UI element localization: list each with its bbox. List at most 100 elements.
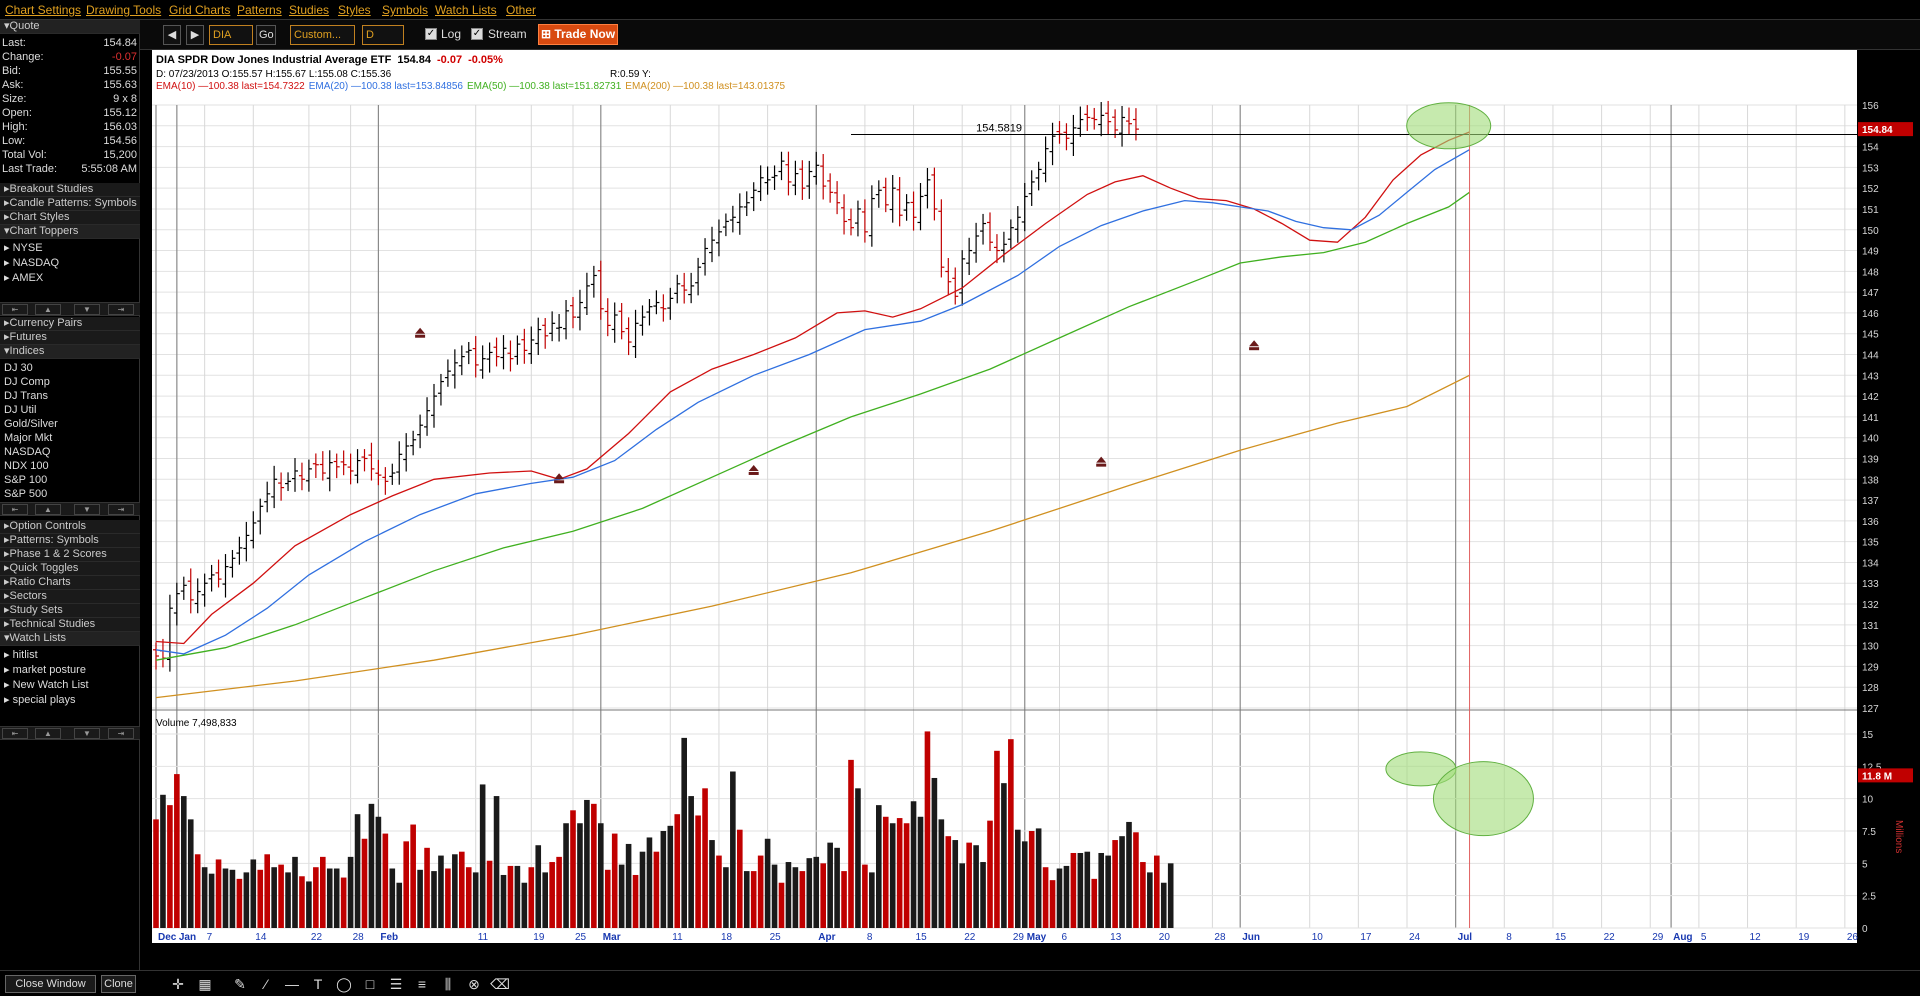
last-button[interactable]: ⇥ [108, 304, 134, 315]
time-tick-label: 29 [1652, 932, 1664, 943]
menu-studies[interactable]: Studies [289, 3, 329, 17]
ellipse-icon[interactable]: ◯ [334, 974, 354, 994]
volume-bar [333, 868, 340, 928]
topper-nasdaq[interactable]: ▸ NASDAQ [4, 256, 59, 270]
period-select[interactable]: D [362, 25, 404, 45]
index-item[interactable]: NASDAQ [4, 445, 50, 459]
time-tick-label: 28 [353, 932, 365, 943]
chart-area[interactable]: 127 128 129 130 131 132 133 134 135 136 137 138 139 1… [152, 50, 1920, 970]
last-button[interactable]: ⇥ [108, 728, 134, 739]
sidebar-section[interactable]: ▸Patterns: Symbols [0, 534, 140, 548]
volume-tick-label: 5 [1862, 859, 1868, 870]
first-button[interactable]: ⇤ [2, 728, 28, 739]
index-item[interactable]: Major Mkt [4, 431, 52, 445]
quote-key: Change: [2, 51, 44, 63]
rectangle-icon[interactable]: □ [360, 974, 380, 994]
channel-icon[interactable]: ⫼ [438, 974, 458, 994]
last-button[interactable]: ⇥ [108, 504, 134, 515]
watch-list-item[interactable]: ▸ special plays [4, 693, 76, 707]
sidebar-section[interactable]: ▸Option Controls [0, 520, 140, 534]
index-item[interactable]: Gold/Silver [4, 417, 58, 431]
index-item[interactable]: DJ Util [4, 403, 36, 417]
sidebar-section[interactable]: ▸Quick Toggles [0, 562, 140, 576]
event-marker-base [1096, 463, 1107, 467]
volume-bar [1154, 855, 1160, 928]
menu-symbols[interactable]: Symbols [382, 3, 428, 17]
menu-grid-charts[interactable]: Grid Charts [169, 3, 230, 17]
sidebar-section[interactable]: ▸Study Sets [0, 604, 140, 618]
menu-styles[interactable]: Styles [338, 3, 371, 17]
index-item[interactable]: S&P 100 [4, 473, 47, 487]
price-chart[interactable]: 1271281291301311321331341351361371381391… [152, 50, 1920, 970]
indices[interactable]: ▾Indices [0, 345, 140, 359]
volume-bar [479, 784, 486, 928]
sidebar-section[interactable]: ▸Technical Studies [0, 618, 140, 632]
sidebar-section[interactable]: ▸Phase 1 & 2 Scores [0, 548, 140, 562]
sidebar-section[interactable]: ▸Ratio Charts [0, 576, 140, 590]
hline-icon[interactable]: — [282, 974, 302, 994]
breakout-studies[interactable]: ▸Breakout Studies [0, 183, 140, 197]
volume-bar [389, 868, 396, 928]
prev-button[interactable]: ▲ [35, 728, 61, 739]
topper-nyse[interactable]: ▸ NYSE [4, 241, 43, 255]
watch-list-item[interactable]: ▸ hitlist [4, 648, 38, 662]
next-button[interactable]: ▼ [74, 504, 100, 515]
time-tick-label: 19 [533, 932, 545, 943]
erase-icon[interactable]: ⌫ [490, 974, 510, 994]
event-marker-base [415, 334, 426, 338]
menu-other[interactable]: Other [506, 3, 536, 17]
index-item[interactable]: S&P 500 [4, 487, 47, 501]
close-window-button[interactable]: Close Window [5, 975, 96, 993]
trade-now-button[interactable]: ⊞ Trade Now [538, 24, 618, 45]
volume-bar [292, 856, 298, 928]
text-tool-icon[interactable]: T [308, 974, 328, 994]
gann-icon[interactable]: ⊗ [464, 974, 484, 994]
topper-amex[interactable]: ▸ AMEX [4, 271, 43, 285]
watch-lists[interactable]: ▾Watch Lists [0, 632, 140, 646]
watch-list-item[interactable]: ▸ market posture [4, 663, 86, 677]
prev-button[interactable]: ▲ [35, 304, 61, 315]
menu-patterns[interactable]: Patterns [237, 3, 282, 17]
quote-value: 155.55 [103, 65, 137, 77]
index-item[interactable]: NDX 100 [4, 459, 49, 473]
volume-bar [750, 871, 757, 928]
menu-chart-settings[interactable]: Chart Settings [5, 3, 81, 17]
crosshair-icon[interactable]: ✛ [168, 974, 188, 994]
currency-pairs[interactable]: ▸Currency Pairs [0, 317, 140, 331]
quote-key: Ask: [2, 79, 24, 91]
nav-buttons-watch: ⇤ ▲ ▼ ⇥ [0, 726, 140, 740]
log-checkbox[interactable]: ✓ [425, 28, 437, 40]
pencil-icon[interactable]: ✎ [230, 974, 250, 994]
select-icon[interactable]: ▦ [195, 974, 215, 994]
prev-button[interactable]: ▲ [35, 504, 61, 515]
next-button[interactable]: ▼ [74, 728, 100, 739]
index-item[interactable]: DJ Trans [4, 389, 48, 403]
chart-toppers[interactable]: ▾Chart Toppers [0, 225, 140, 239]
candle-patterns[interactable]: ▸Candle Patterns: Symbols [0, 197, 140, 211]
menu-drawing-tools[interactable]: Drawing Tools [86, 3, 161, 17]
grid-lines-icon[interactable]: ≡ [412, 974, 432, 994]
back-button[interactable]: ◀ [163, 25, 181, 45]
watch-list-item[interactable]: ▸ New Watch List [4, 678, 89, 692]
quote-header[interactable]: ▾Quote [0, 20, 140, 34]
index-item[interactable]: DJ Comp [4, 375, 50, 389]
go-button[interactable]: Go [256, 25, 276, 45]
volume-bar [514, 865, 521, 928]
fib-icon[interactable]: ☰ [386, 974, 406, 994]
time-tick-label: 7 [207, 932, 213, 943]
next-button[interactable]: ▼ [74, 304, 100, 315]
stream-checkbox[interactable]: ✓ [471, 28, 483, 40]
index-item[interactable]: DJ 30 [4, 361, 33, 375]
futures[interactable]: ▸Futures [0, 331, 140, 345]
volume-bar [799, 871, 806, 928]
sidebar-section[interactable]: ▸Sectors [0, 590, 140, 604]
symbol-input[interactable]: DIA [209, 25, 253, 45]
first-button[interactable]: ⇤ [2, 304, 28, 315]
clone-button[interactable]: Clone [101, 975, 136, 993]
menu-watch-lists[interactable]: Watch Lists [435, 3, 497, 17]
chart-styles[interactable]: ▸Chart Styles [0, 211, 140, 225]
trendline-icon[interactable]: ⁄ [256, 974, 276, 994]
first-button[interactable]: ⇤ [2, 504, 28, 515]
forward-button[interactable]: ▶ [186, 25, 204, 45]
range-select[interactable]: Custom... [290, 25, 355, 45]
